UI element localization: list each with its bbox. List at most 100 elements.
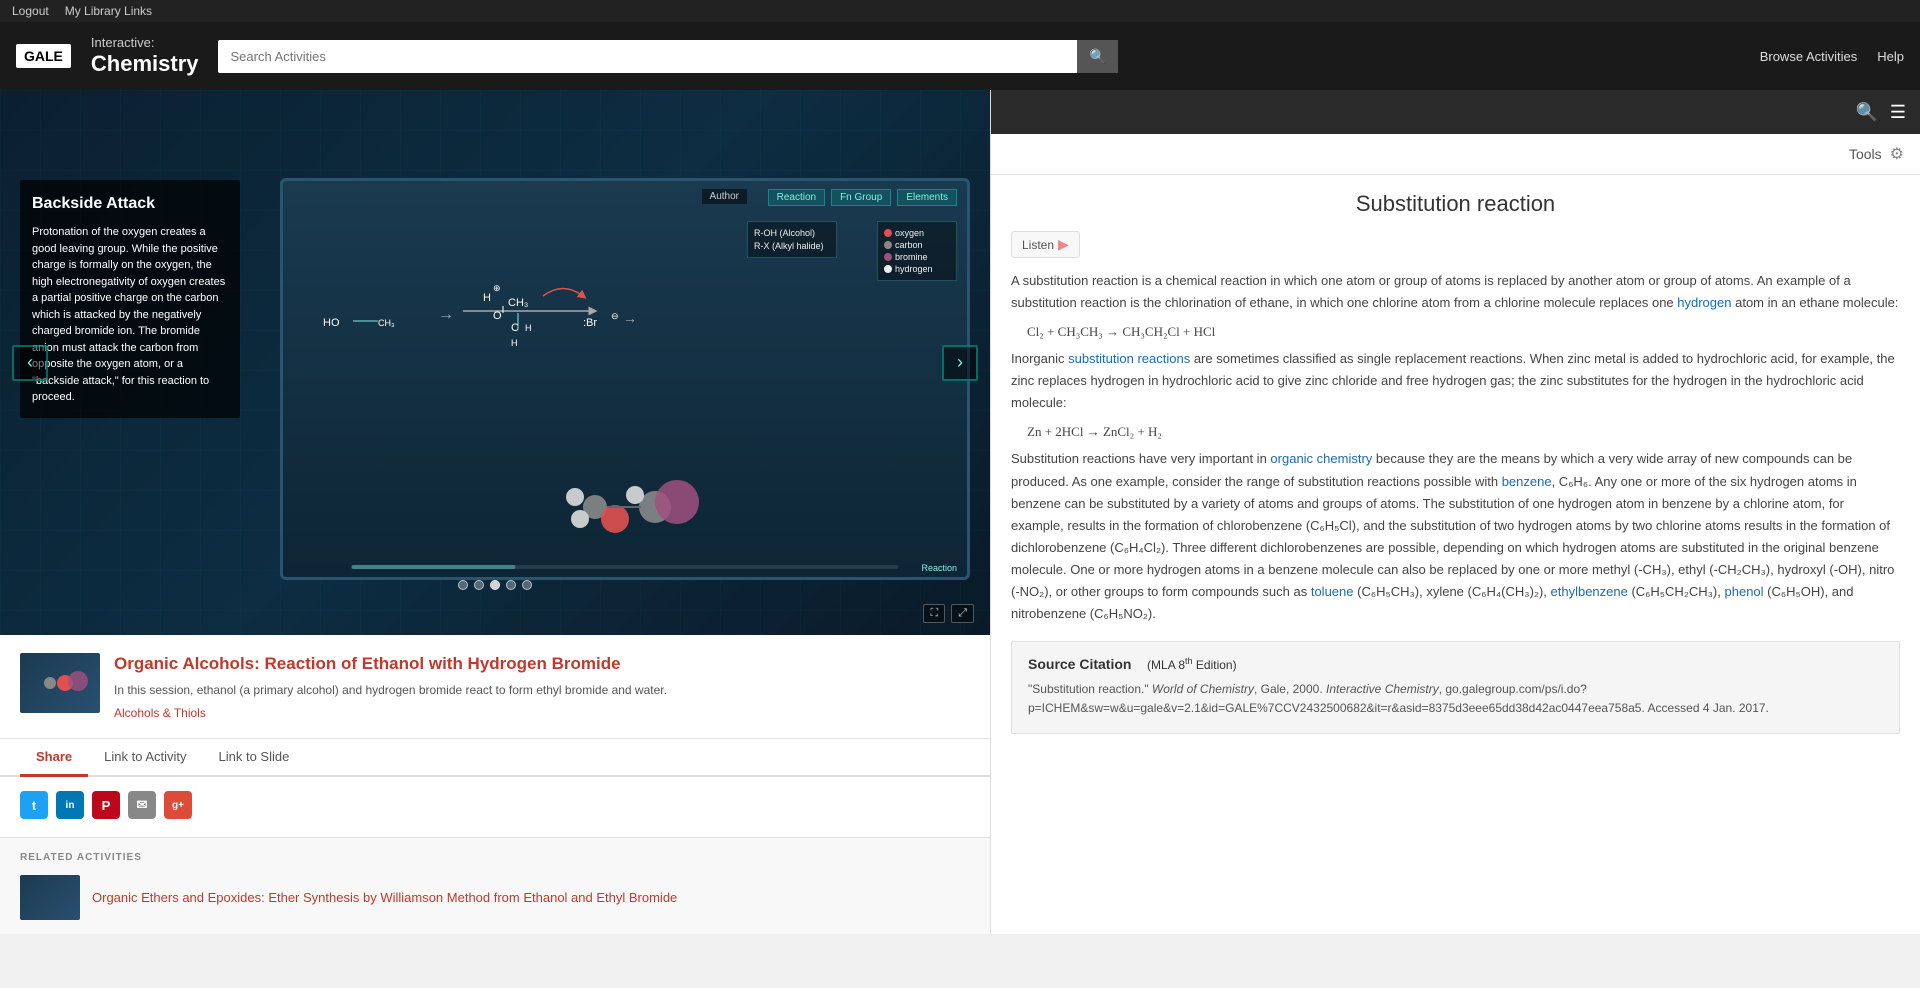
viewer-controls: ⛶ ⤢ — [923, 604, 974, 623]
related-activities-section: RELATED ACTIVITIES Organic Ethers and Ep… — [0, 838, 990, 934]
dot-1[interactable] — [458, 580, 468, 590]
library-links[interactable]: My Library Links — [65, 4, 152, 18]
svg-text:→: → — [438, 306, 454, 323]
reaction-label-bottom: Reaction — [921, 563, 957, 573]
tools-gear-icon[interactable]: ⚙ — [1890, 144, 1904, 164]
play-icon[interactable]: ▶ — [1058, 236, 1069, 253]
prev-arrow[interactable]: ‹ — [12, 345, 48, 381]
search-input[interactable] — [218, 41, 1077, 72]
tab-share[interactable]: Share — [20, 739, 88, 777]
svg-text:→: → — [623, 310, 637, 326]
related-label: RELATED ACTIVITIES — [20, 852, 970, 863]
organic-chemistry-link[interactable]: organic chemistry — [1270, 451, 1372, 466]
pinterest-button[interactable]: P — [92, 791, 120, 819]
related-item-link[interactable]: Organic Ethers and Epoxides: Ether Synth… — [92, 890, 677, 905]
browse-activities-link[interactable]: Browse Activities — [1760, 49, 1858, 64]
header-subtitle: Interactive: — [91, 35, 199, 51]
gale-logo: GALE — [16, 44, 71, 68]
search-bar: 🔍 — [218, 40, 1118, 73]
source-citation-title: Source Citation (MLA 8th Edition) — [1028, 656, 1883, 672]
svg-text:CH₃: CH₃ — [378, 318, 395, 328]
main-layout: Backside Attack Protonation of the oxyge… — [0, 90, 1920, 934]
article-body-1: A substitution reaction is a chemical re… — [1011, 270, 1900, 314]
ethylbenzene-link[interactable]: ethylbenzene — [1551, 584, 1628, 599]
related-item: Organic Ethers and Epoxides: Ether Synth… — [20, 875, 970, 920]
overlay-description: Protonation of the oxygen creates a good… — [32, 224, 228, 406]
info-panel: Organic Alcohols: Reaction of Ethanol wi… — [0, 635, 990, 739]
activity-thumbnail — [20, 653, 100, 713]
thumbnail-inner — [20, 653, 100, 713]
device-screen: Reaction Fn Group Elements Author HO CH₃ — [280, 178, 970, 580]
benzene-link[interactable]: benzene — [1502, 474, 1552, 489]
author-badge: Author — [702, 189, 747, 204]
listen-label: Listen — [1022, 238, 1054, 252]
tabs-bar: Share Link to Activity Link to Slide — [0, 739, 990, 777]
activity-title: Organic Alcohols: Reaction of Ethanol wi… — [114, 653, 970, 675]
next-arrow[interactable]: › — [942, 345, 978, 381]
text-overlay: Backside Attack Protonation of the oxyge… — [20, 180, 240, 418]
svg-text:H: H — [511, 338, 518, 348]
progress-bar[interactable] — [351, 565, 898, 569]
dot-5[interactable] — [522, 580, 532, 590]
panel-fn-group: Fn Group — [831, 189, 891, 206]
category-link[interactable]: Alcohols & Thiols — [114, 706, 206, 720]
thumb-svg — [30, 663, 90, 703]
email-button[interactable]: ✉ — [128, 791, 156, 819]
svg-text:⊖: ⊖ — [611, 311, 619, 321]
svg-text:H: H — [483, 292, 491, 304]
equation-1: Cl₂ + CH₃CH₃ → CH₃CH₂Cl + HCl — [1027, 324, 1900, 340]
source-edition: (MLA 8th Edition) — [1147, 658, 1237, 672]
top-navigation: Logout My Library Links — [0, 0, 1920, 22]
overlay-title: Backside Attack — [32, 192, 228, 216]
activity-viewer: Backside Attack Protonation of the oxyge… — [0, 90, 990, 635]
activity-info: Organic Alcohols: Reaction of Ethanol wi… — [114, 653, 970, 720]
tools-label: Tools — [1849, 146, 1882, 162]
substitution-reactions-link[interactable]: substitution reactions — [1068, 351, 1190, 366]
svg-text:CH₃: CH₃ — [508, 297, 528, 309]
google-button[interactable]: g+ — [164, 791, 192, 819]
svg-text:O: O — [493, 310, 502, 322]
fullscreen-button[interactable]: ⛶ — [923, 604, 945, 623]
tab-link-activity[interactable]: Link to Activity — [88, 739, 202, 777]
article-title: Substitution reaction — [1011, 191, 1900, 217]
article-body-3: Substitution reactions have very importa… — [1011, 448, 1900, 625]
source-citation-body: "Substitution reaction." World of Chemis… — [1028, 680, 1883, 718]
toluene-link[interactable]: toluene — [1311, 584, 1354, 599]
svg-text::Br: :Br — [583, 317, 597, 329]
ball-model — [525, 467, 725, 547]
tab-link-slide[interactable]: Link to Slide — [203, 739, 306, 777]
equation-2: Zn + 2HCl → ZnCl₂ + H₂ — [1027, 424, 1900, 440]
source-citation: Source Citation (MLA 8th Edition) "Subst… — [1011, 641, 1900, 733]
share-section: t in P ✉ g+ — [0, 777, 990, 838]
right-panel: 🔍 ☰ Tools ⚙ Substitution reaction Listen… — [990, 90, 1920, 934]
header: GALE Interactive: Chemistry 🔍 Browse Act… — [0, 22, 1920, 90]
linkedin-button[interactable]: in — [56, 791, 84, 819]
header-app-title: Chemistry — [91, 51, 199, 77]
panel-labels: Reaction Fn Group Elements — [768, 189, 957, 206]
search-icon[interactable]: 🔍 — [1855, 102, 1877, 123]
activity-description: In this session, ethanol (a primary alco… — [114, 681, 970, 699]
header-title: Interactive: Chemistry — [91, 35, 199, 77]
twitter-button[interactable]: t — [20, 791, 48, 819]
svg-text:H: H — [525, 323, 532, 333]
menu-icon[interactable]: ☰ — [1890, 102, 1906, 123]
article-content: Substitution reaction Listen ▶ A substit… — [991, 175, 1920, 934]
svg-text:⊕: ⊕ — [493, 283, 501, 293]
slide-indicators — [458, 580, 532, 590]
dot-3[interactable] — [490, 580, 500, 590]
tools-bar: Tools ⚙ — [991, 134, 1920, 175]
svg-text:HO: HO — [323, 317, 340, 329]
chemical-diagram: HO CH₃ → H ⊕ CH₃ O C H H :Br — [293, 211, 713, 411]
related-thumbnail — [20, 875, 80, 920]
hydrogen-link[interactable]: hydrogen — [1677, 295, 1731, 310]
left-panel: Backside Attack Protonation of the oxyge… — [0, 90, 990, 934]
logout-link[interactable]: Logout — [12, 4, 49, 18]
dot-4[interactable] — [506, 580, 516, 590]
help-link[interactable]: Help — [1877, 49, 1904, 64]
dot-2[interactable] — [474, 580, 484, 590]
phenol-link[interactable]: phenol — [1725, 584, 1764, 599]
search-button[interactable]: 🔍 — [1077, 40, 1118, 73]
expand-button[interactable]: ⤢ — [951, 604, 974, 623]
fn-group-box: R-OH (Alcohol) R-X (Alkyl halide) — [747, 221, 837, 258]
listen-button[interactable]: Listen ▶ — [1011, 231, 1080, 258]
